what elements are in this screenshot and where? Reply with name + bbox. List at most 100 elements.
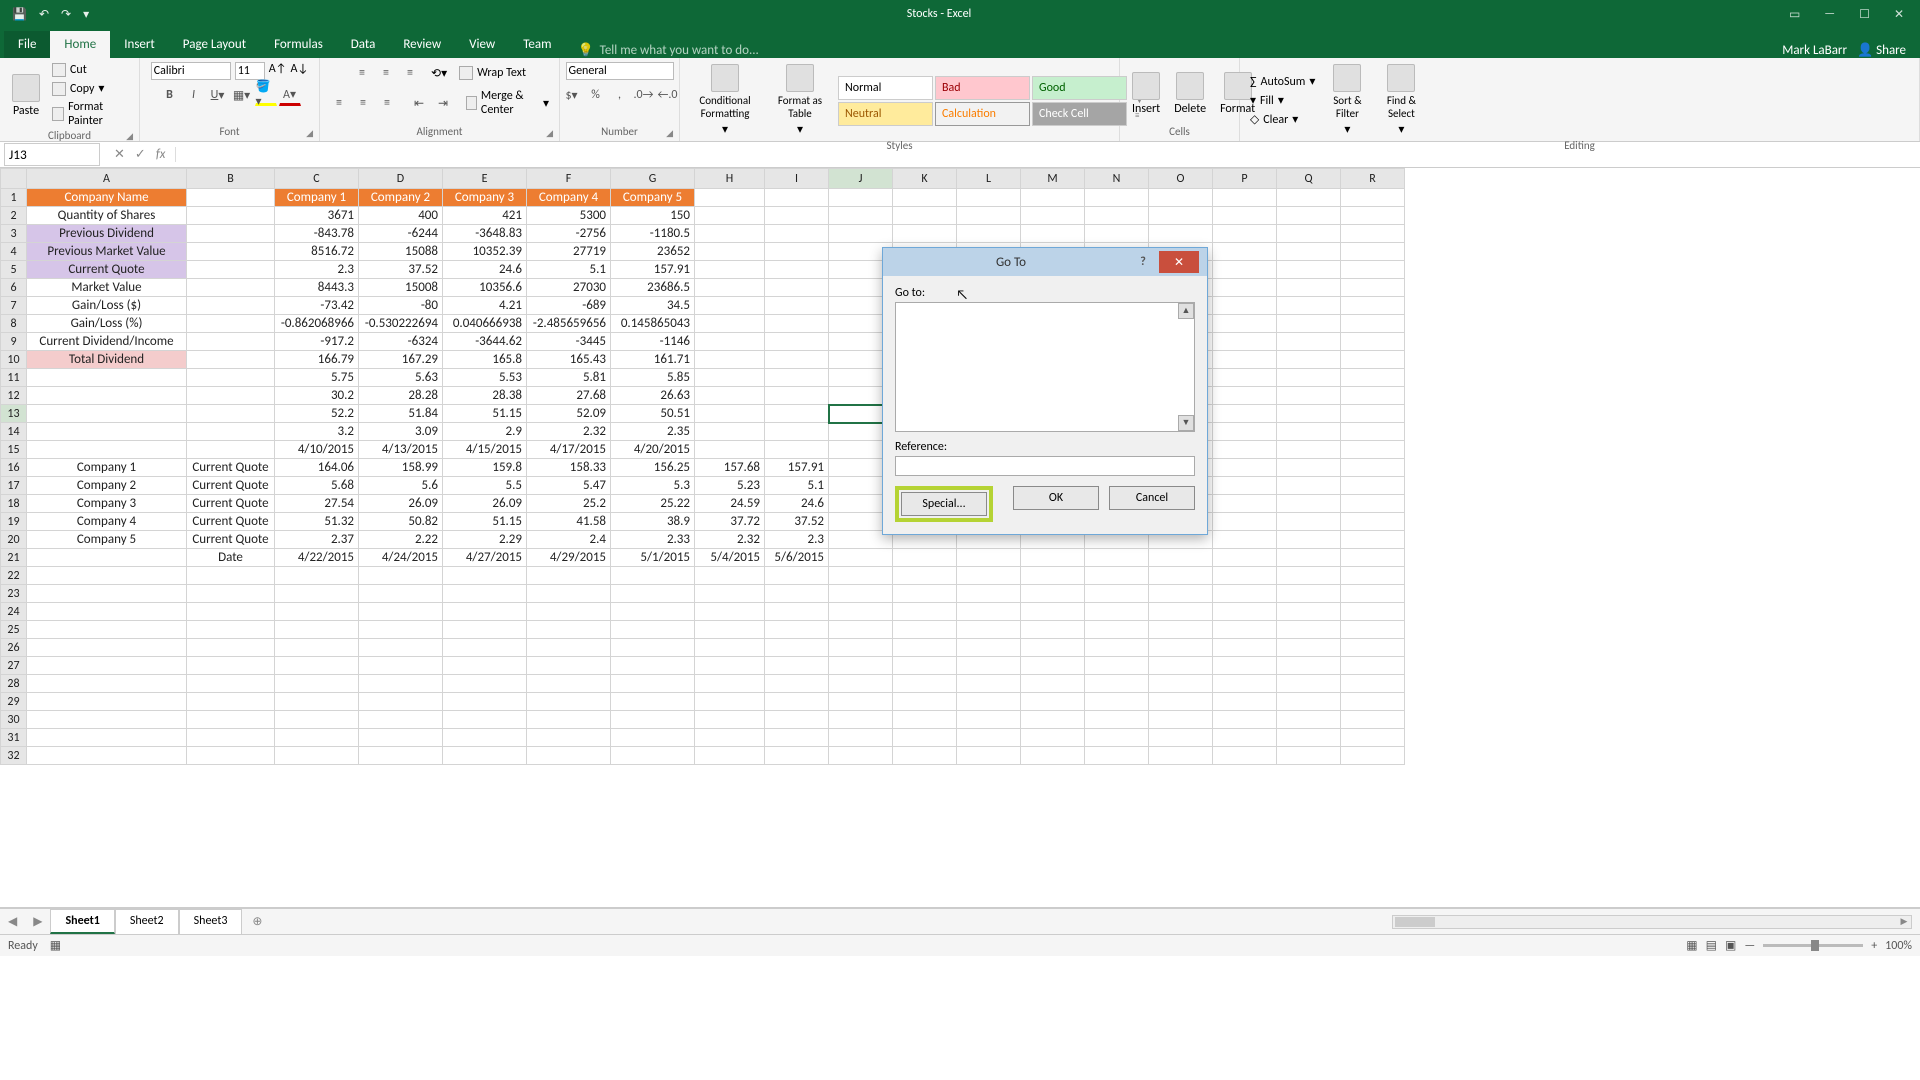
cell-R24[interactable] (1341, 603, 1405, 621)
cell-G26[interactable] (611, 639, 695, 657)
cell-F24[interactable] (527, 603, 611, 621)
cell-O32[interactable] (1149, 747, 1213, 765)
cell-H28[interactable] (695, 675, 765, 693)
cell-P4[interactable] (1213, 243, 1277, 261)
cell-P22[interactable] (1213, 567, 1277, 585)
cell-Q2[interactable] (1277, 207, 1341, 225)
cell-B29[interactable] (187, 693, 275, 711)
cell-K28[interactable] (893, 675, 957, 693)
cell-F22[interactable] (527, 567, 611, 585)
cell-Q25[interactable] (1277, 621, 1341, 639)
copy-button[interactable]: Copy ▾ (50, 80, 131, 97)
cell-C23[interactable] (275, 585, 359, 603)
cell-L3[interactable] (957, 225, 1021, 243)
cell-C31[interactable] (275, 729, 359, 747)
cell-I24[interactable] (765, 603, 829, 621)
sheet-tab-sheet1[interactable]: Sheet1 (50, 909, 114, 934)
cell-G2[interactable]: 150 (611, 207, 695, 225)
row-header-17[interactable]: 17 (1, 477, 27, 495)
cell-J24[interactable] (829, 603, 893, 621)
enter-formula-icon[interactable]: ✓ (135, 147, 146, 162)
close-icon[interactable]: ✕ (1894, 7, 1904, 22)
cell-A16[interactable]: Company 1 (27, 459, 187, 477)
cell-B15[interactable] (187, 441, 275, 459)
format-as-table-button[interactable]: Format as Table▾ (768, 62, 832, 139)
cell-C1[interactable]: Company 1 (275, 189, 359, 207)
cell-E32[interactable] (443, 747, 527, 765)
cell-B26[interactable] (187, 639, 275, 657)
cell-J22[interactable] (829, 567, 893, 585)
cell-O26[interactable] (1149, 639, 1213, 657)
cell-L25[interactable] (957, 621, 1021, 639)
cell-G10[interactable]: 161.71 (611, 351, 695, 369)
list-scroll-up-icon[interactable]: ▲ (1178, 303, 1194, 319)
cell-K21[interactable] (893, 549, 957, 567)
cell-C10[interactable]: 166.79 (275, 351, 359, 369)
cell-A20[interactable]: Company 5 (27, 531, 187, 549)
cell-Q13[interactable] (1277, 405, 1341, 423)
cell-A15[interactable] (27, 441, 187, 459)
row-header-18[interactable]: 18 (1, 495, 27, 513)
format-painter-button[interactable]: Format Painter (50, 99, 131, 129)
cell-I10[interactable] (765, 351, 829, 369)
cell-C2[interactable]: 3671 (275, 207, 359, 225)
cell-R25[interactable] (1341, 621, 1405, 639)
cell-F27[interactable] (527, 657, 611, 675)
view-layout-icon[interactable]: ▤ (1706, 938, 1717, 953)
cell-H12[interactable] (695, 387, 765, 405)
cell-C29[interactable] (275, 693, 359, 711)
col-header-D[interactable]: D (359, 169, 443, 189)
cell-N23[interactable] (1085, 585, 1149, 603)
cell-H20[interactable]: 2.32 (695, 531, 765, 549)
cell-H13[interactable] (695, 405, 765, 423)
find-select-button[interactable]: Find & Select▾ (1377, 62, 1425, 139)
cell-H9[interactable] (695, 333, 765, 351)
cell-P5[interactable] (1213, 261, 1277, 279)
cell-B3[interactable] (187, 225, 275, 243)
row-header-24[interactable]: 24 (1, 603, 27, 621)
cell-N24[interactable] (1085, 603, 1149, 621)
cell-F2[interactable]: 5300 (527, 207, 611, 225)
fill-color-button[interactable]: 🪣▾ (255, 84, 277, 106)
cell-B6[interactable] (187, 279, 275, 297)
cell-G18[interactable]: 25.22 (611, 495, 695, 513)
cell-J28[interactable] (829, 675, 893, 693)
cell-R18[interactable] (1341, 495, 1405, 513)
tab-insert[interactable]: Insert (110, 31, 169, 58)
row-header-25[interactable]: 25 (1, 621, 27, 639)
cell-L32[interactable] (957, 747, 1021, 765)
tab-data[interactable]: Data (337, 31, 390, 58)
row-header-2[interactable]: 2 (1, 207, 27, 225)
row-header-28[interactable]: 28 (1, 675, 27, 693)
cell-R13[interactable] (1341, 405, 1405, 423)
cell-A27[interactable] (27, 657, 187, 675)
cell-B11[interactable] (187, 369, 275, 387)
cell-R19[interactable] (1341, 513, 1405, 531)
cell-P18[interactable] (1213, 495, 1277, 513)
maximize-icon[interactable]: ☐ (1859, 7, 1870, 22)
cell-R28[interactable] (1341, 675, 1405, 693)
cell-Q10[interactable] (1277, 351, 1341, 369)
cell-K26[interactable] (893, 639, 957, 657)
cell-A6[interactable]: Market Value (27, 279, 187, 297)
cell-G28[interactable] (611, 675, 695, 693)
cell-L28[interactable] (957, 675, 1021, 693)
cell-H7[interactable] (695, 297, 765, 315)
cell-A18[interactable]: Company 3 (27, 495, 187, 513)
cell-E28[interactable] (443, 675, 527, 693)
cell-R30[interactable] (1341, 711, 1405, 729)
cell-G21[interactable]: 5/1/2015 (611, 549, 695, 567)
cell-I17[interactable]: 5.1 (765, 477, 829, 495)
col-header-A[interactable]: A (27, 169, 187, 189)
comma-icon[interactable]: , (609, 84, 631, 106)
row-header-11[interactable]: 11 (1, 369, 27, 387)
cell-O22[interactable] (1149, 567, 1213, 585)
cell-G23[interactable] (611, 585, 695, 603)
cell-P14[interactable] (1213, 423, 1277, 441)
cell-D14[interactable]: 3.09 (359, 423, 443, 441)
cell-N29[interactable] (1085, 693, 1149, 711)
col-header-I[interactable]: I (765, 169, 829, 189)
cell-R3[interactable] (1341, 225, 1405, 243)
cell-I12[interactable] (765, 387, 829, 405)
row-header-5[interactable]: 5 (1, 261, 27, 279)
